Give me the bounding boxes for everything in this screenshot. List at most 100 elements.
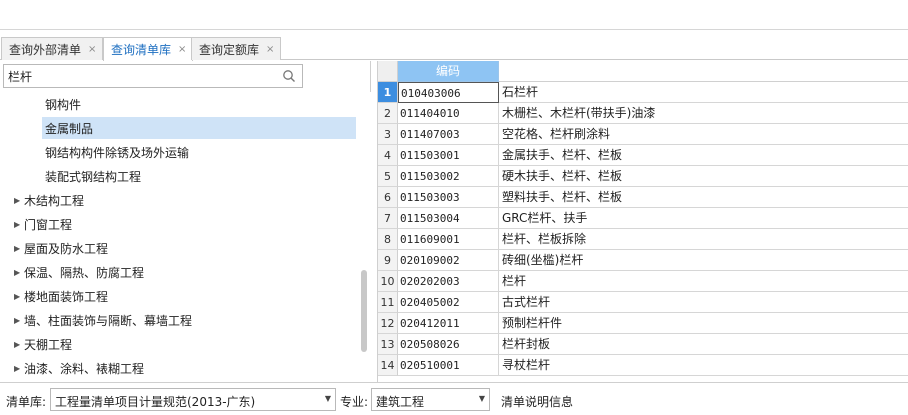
tab-quota-library[interactable]: 查询定额库 × [191, 37, 282, 60]
tree-group[interactable]: ▶ 木结构工程 [14, 189, 84, 211]
table-row[interactable]: 10 020202003 栏杆 [378, 271, 908, 292]
cell-code[interactable]: 011503003 [398, 187, 499, 208]
expand-arrow-icon[interactable]: ▶ [14, 316, 24, 325]
table-row[interactable]: 5 011503002 硬木扶手、栏杆、栏板 [378, 166, 908, 187]
cell-code[interactable]: 011503002 [398, 166, 499, 187]
dropdown-arrow-icon[interactable]: ▼ [479, 394, 485, 403]
tree-scrollbar[interactable] [359, 92, 371, 382]
table-row[interactable]: 9 020109002 砖细(坐槛)栏杆 [378, 250, 908, 271]
row-number: 14 [378, 355, 398, 376]
cell-code[interactable]: 020405002 [398, 292, 499, 313]
row-number: 4 [378, 145, 398, 166]
row-number: 7 [378, 208, 398, 229]
row-number: 13 [378, 334, 398, 355]
tab-label: 查询清单库 [111, 43, 172, 57]
tree-group-label: 门窗工程 [24, 217, 73, 232]
table-row[interactable]: 4 011503001 金属扶手、栏杆、栏板 [378, 145, 908, 166]
major-value: 建筑工程 [376, 395, 425, 409]
cell-code[interactable]: 020202003 [398, 271, 499, 292]
tree-group[interactable]: ▶ 油漆、涂料、裱糊工程 [14, 357, 144, 379]
expand-arrow-icon[interactable]: ▶ [14, 292, 24, 301]
cell-name[interactable]: 空花格、栏杆刷涂料 [499, 124, 908, 145]
tree-group[interactable]: ▶ 屋面及防水工程 [14, 237, 108, 259]
tree-item[interactable]: 钢构件 [42, 93, 81, 115]
row-number: 3 [378, 124, 398, 145]
search-box[interactable] [3, 64, 303, 88]
cell-code[interactable]: 011503004 [398, 208, 499, 229]
cell-name[interactable]: 金属扶手、栏杆、栏板 [499, 145, 908, 166]
search-input[interactable] [8, 68, 278, 84]
cell-name[interactable]: 古式栏杆 [499, 292, 908, 313]
close-icon[interactable]: × [88, 44, 96, 55]
cell-code[interactable]: 020109002 [398, 250, 499, 271]
close-icon[interactable]: × [178, 44, 186, 55]
tree-group[interactable]: ▶ 楼地面装饰工程 [14, 285, 108, 307]
tree-group[interactable]: ▶ 天棚工程 [14, 333, 72, 355]
column-header-code[interactable]: 编码 [398, 61, 499, 82]
tree-group[interactable]: ▶ 墙、柱面装饰与隔断、幕墙工程 [14, 309, 192, 331]
grid-corner [378, 61, 398, 82]
cell-code[interactable]: 020510001 [398, 355, 499, 376]
category-panel: 钢构件 金属制品 钢结构构件除锈及场外运输 装配式钢结构工程 ▶ 木结构工程 ▶… [0, 61, 371, 382]
cell-code[interactable]: 011404010 [398, 103, 499, 124]
cell-name[interactable]: 预制栏杆件 [499, 313, 908, 334]
tab-bar: 查询外部清单 × 查询清单库 × 查询定额库 × [0, 35, 908, 61]
expand-arrow-icon[interactable]: ▶ [14, 244, 24, 253]
cell-name[interactable]: 砖细(坐槛)栏杆 [499, 250, 908, 271]
table-row[interactable]: 14 020510001 寻杖栏杆 [378, 355, 908, 376]
expand-arrow-icon[interactable]: ▶ [14, 340, 24, 349]
cell-name[interactable]: 木栅栏、木栏杆(带扶手)油漆 [499, 103, 908, 124]
cell-name[interactable]: 栏杆封板 [499, 334, 908, 355]
expand-arrow-icon[interactable]: ▶ [14, 220, 24, 229]
cell-name[interactable]: 栏杆、栏板拆除 [499, 229, 908, 250]
table-row[interactable]: 1 010403006 石栏杆 [378, 82, 908, 103]
cell-name[interactable]: GRC栏杆、扶手 [499, 208, 908, 229]
cell-name[interactable]: 塑料扶手、栏杆、栏板 [499, 187, 908, 208]
scrollbar-thumb[interactable] [361, 270, 367, 352]
tree-item[interactable]: 钢结构构件除锈及场外运输 [42, 141, 189, 163]
tree-group-label: 楼地面装饰工程 [24, 289, 109, 304]
expand-arrow-icon[interactable]: ▶ [14, 364, 24, 373]
table-row[interactable]: 3 011407003 空花格、栏杆刷涂料 [378, 124, 908, 145]
tab-label: 查询定额库 [199, 42, 260, 57]
major-select[interactable]: 建筑工程 ▼ [371, 388, 490, 411]
expand-arrow-icon[interactable]: ▶ [14, 268, 24, 277]
tree-group-label: 保温、隔热、防腐工程 [24, 265, 145, 280]
cell-name[interactable]: 栏杆 [499, 271, 908, 292]
list-library-select[interactable]: 工程量清单项目计量规范(2013-广东) ▼ [50, 388, 336, 411]
list-info-label[interactable]: 清单说明信息 [501, 393, 573, 410]
cell-name[interactable]: 石栏杆 [499, 82, 908, 103]
cell-code[interactable]: 020412011 [398, 313, 499, 334]
close-icon[interactable]: × [266, 44, 274, 55]
tree-group[interactable]: ▶ 门窗工程 [14, 213, 72, 235]
tree-item[interactable]: 装配式钢结构工程 [42, 165, 141, 187]
cell-name[interactable]: 硬木扶手、栏杆、栏板 [499, 166, 908, 187]
table-row[interactable]: 2 011404010 木栅栏、木栏杆(带扶手)油漆 [378, 103, 908, 124]
table-row[interactable]: 7 011503004 GRC栏杆、扶手 [378, 208, 908, 229]
dropdown-arrow-icon[interactable]: ▼ [325, 394, 331, 403]
cell-code[interactable]: 011503001 [398, 145, 499, 166]
table-row[interactable]: 11 020405002 古式栏杆 [378, 292, 908, 313]
tree-group-label: 屋面及防水工程 [24, 241, 109, 256]
column-header-name [499, 61, 908, 82]
tab-label: 查询外部清单 [9, 42, 82, 57]
search-icon[interactable] [282, 69, 296, 83]
expand-arrow-icon[interactable]: ▶ [14, 196, 24, 205]
table-row[interactable]: 8 011609001 栏杆、栏板拆除 [378, 229, 908, 250]
tree-item-selected[interactable]: 金属制品 [42, 117, 356, 139]
table-row[interactable]: 6 011503003 塑料扶手、栏杆、栏板 [378, 187, 908, 208]
tab-external-list[interactable]: 查询外部清单 × [1, 37, 104, 60]
cell-name[interactable]: 寻杖栏杆 [499, 355, 908, 376]
cell-code[interactable]: 011609001 [398, 229, 499, 250]
row-number: 2 [378, 103, 398, 124]
category-tree: 钢构件 金属制品 钢结构构件除锈及场外运输 装配式钢结构工程 ▶ 木结构工程 ▶… [0, 92, 358, 382]
list-library-label: 清单库: [6, 395, 47, 409]
tree-group[interactable]: ▶ 保温、隔热、防腐工程 [14, 261, 144, 283]
cell-code[interactable]: 020508026 [398, 334, 499, 355]
table-row[interactable]: 12 020412011 预制栏杆件 [378, 313, 908, 334]
tree-group-label: 木结构工程 [24, 193, 85, 208]
cell-code[interactable]: 011407003 [398, 124, 499, 145]
table-row[interactable]: 13 020508026 栏杆封板 [378, 334, 908, 355]
tab-list-library[interactable]: 查询清单库 × [103, 37, 194, 61]
cell-code[interactable]: 010403006 [398, 82, 499, 103]
